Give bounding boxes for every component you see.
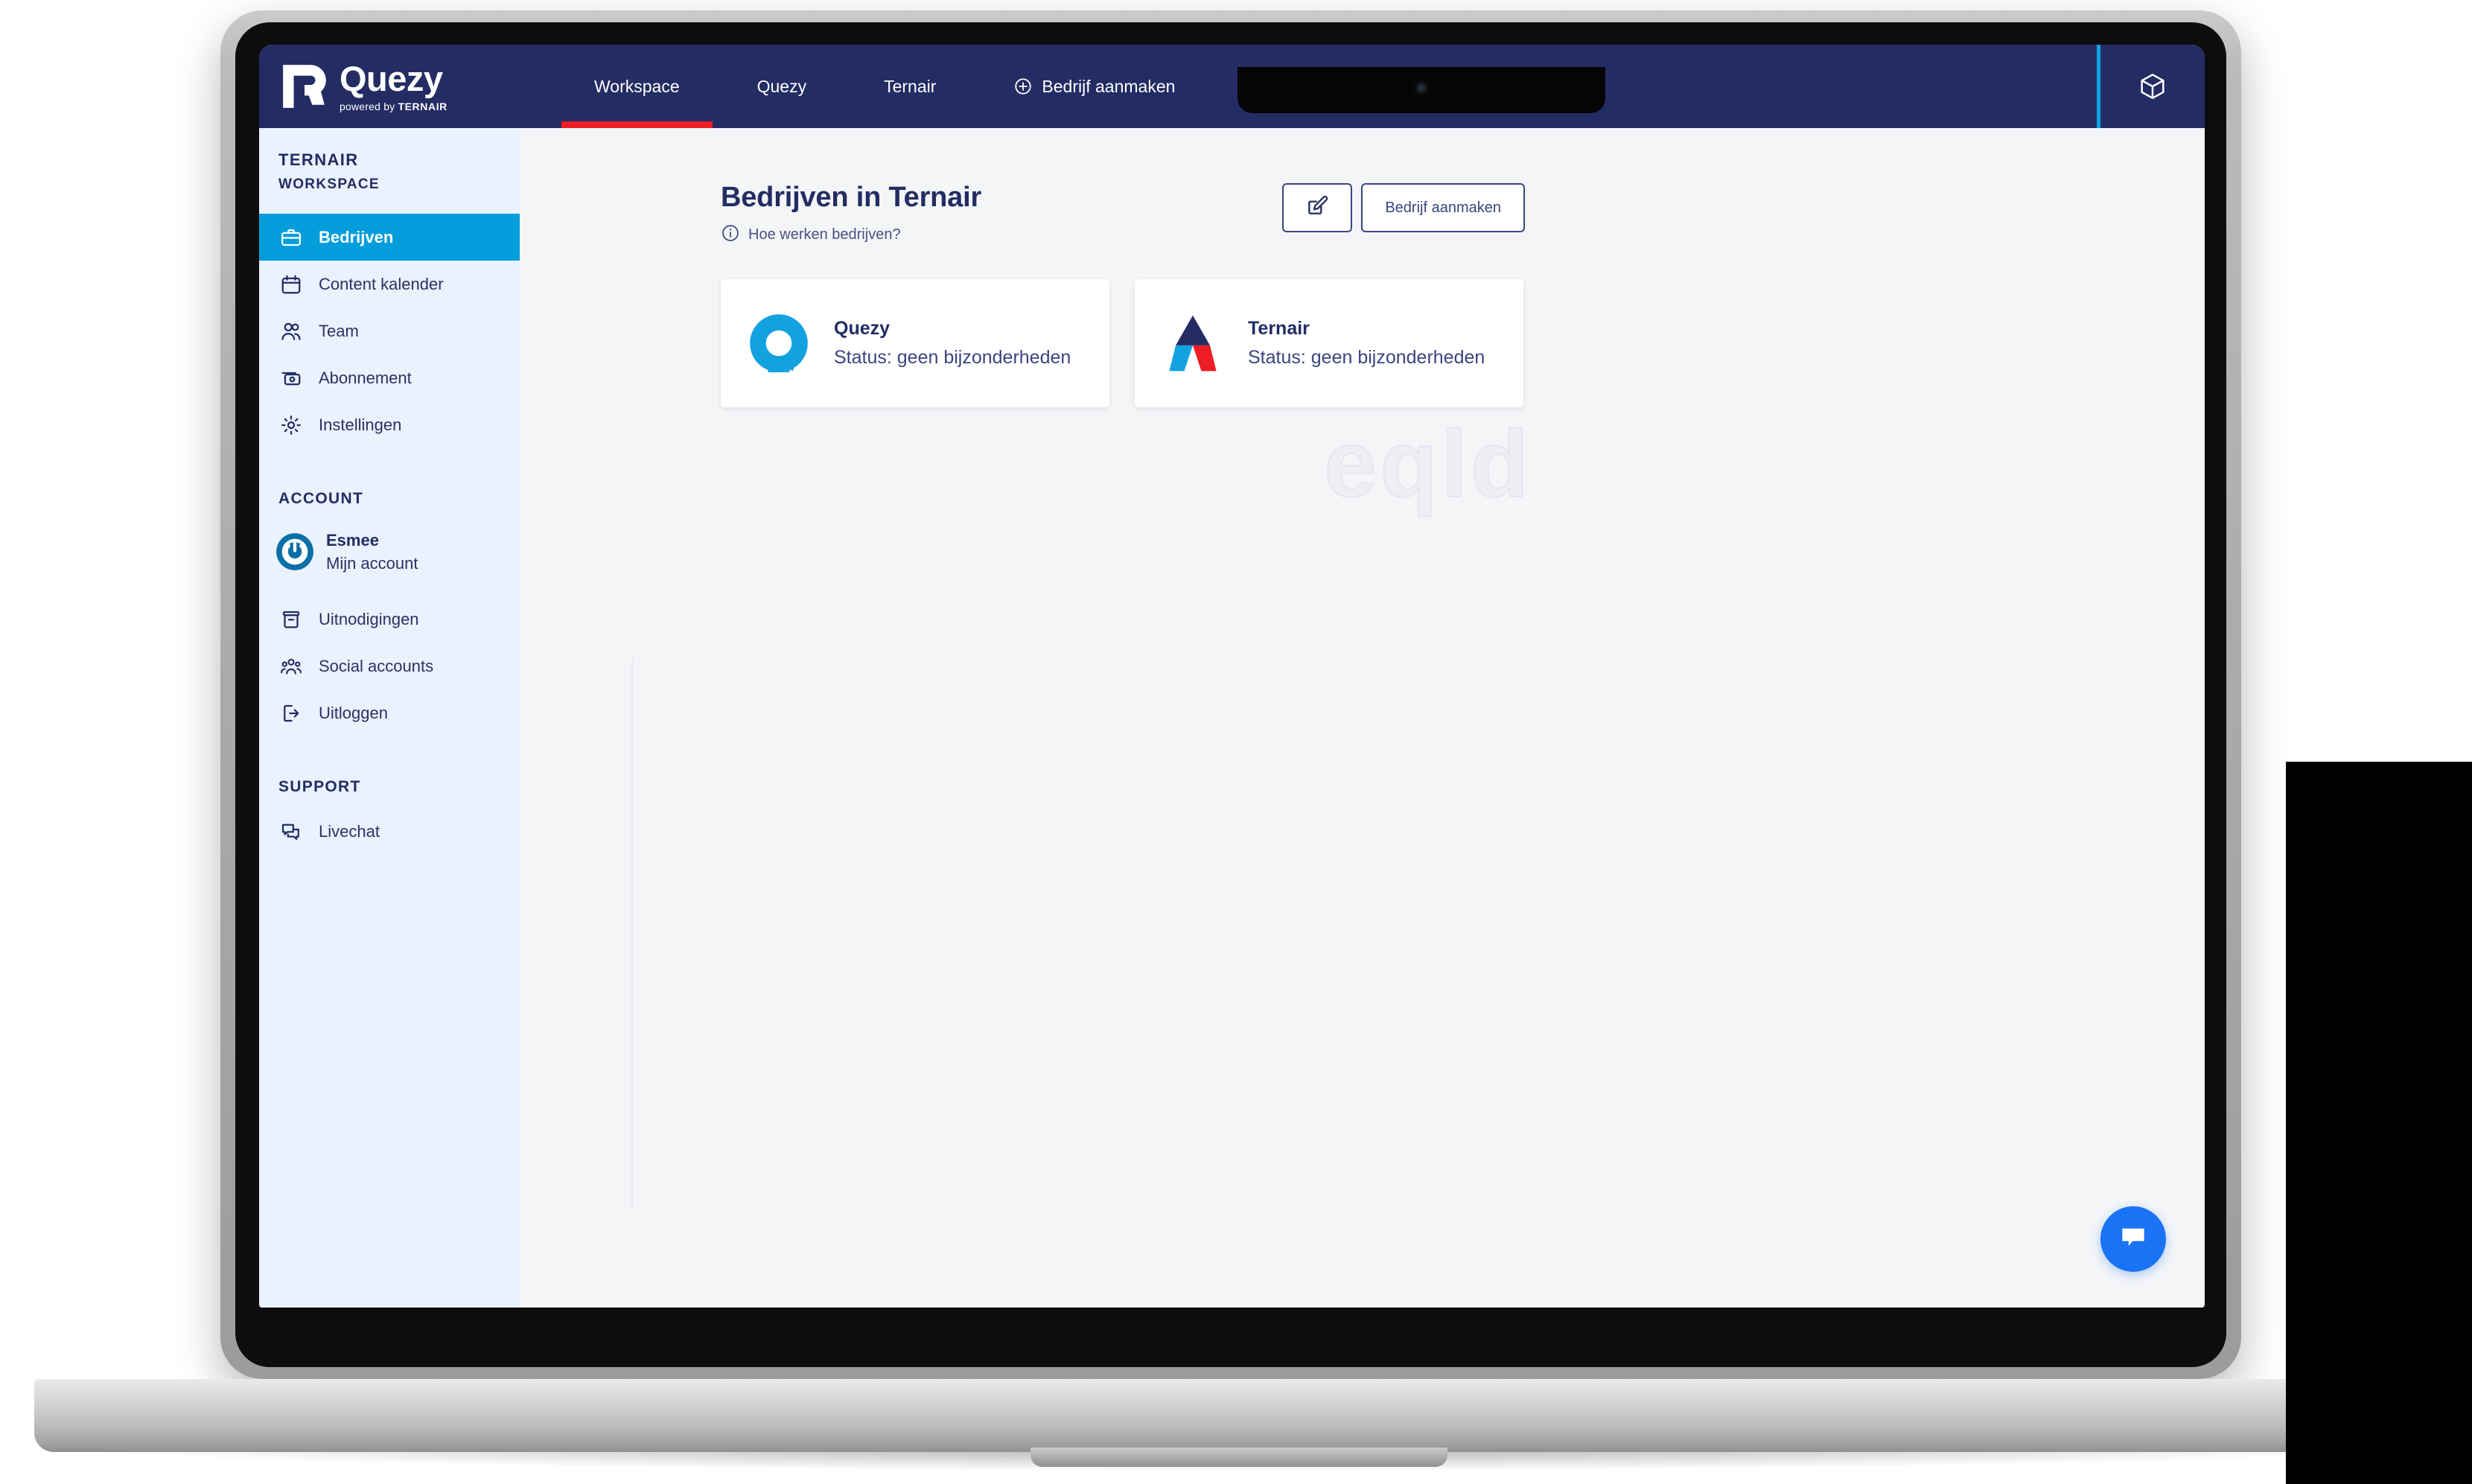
chat-bubbles-icon bbox=[278, 819, 304, 844]
sidebar-item-label: Bedrijven bbox=[319, 227, 394, 246]
briefcase-icon bbox=[278, 225, 304, 250]
sidebar-item-social-accounts[interactable]: Social accounts bbox=[259, 643, 520, 690]
sidebar-item-abonnement[interactable]: Abonnement bbox=[259, 354, 520, 401]
sidebar-item-label: Content kalender bbox=[319, 274, 444, 293]
help-link-label: Hoe werken bedrijven? bbox=[748, 226, 901, 243]
company-name: Ternair bbox=[1248, 318, 1310, 339]
brand-tagline: powered by TERNAIR bbox=[340, 101, 447, 112]
people-group-icon bbox=[278, 654, 304, 679]
sidebar-section-support: SUPPORT bbox=[278, 778, 361, 795]
sidebar-item-livechat[interactable]: Livechat bbox=[259, 808, 520, 855]
sidebar-item-uitnodigingen[interactable]: Uitnodigingen bbox=[259, 596, 520, 643]
quezy-logo-icon bbox=[743, 308, 815, 379]
sidebar-item-label: Instellingen bbox=[319, 415, 402, 434]
livechat-fab-button[interactable] bbox=[2100, 1206, 2166, 1272]
plus-circle-icon bbox=[1013, 77, 1033, 96]
nav-tab-label: Ternair bbox=[884, 76, 937, 96]
sidebar-item-bedrijven[interactable]: Bedrijven bbox=[259, 214, 520, 261]
header-actions: Bedrijf aanmaken bbox=[1282, 183, 1525, 232]
sidebar-item-instellingen[interactable]: Instellingen bbox=[259, 401, 520, 448]
users-icon bbox=[278, 319, 304, 344]
screen-viewport: Quezy powered by TERNAIR Workspace Quezy… bbox=[259, 45, 2205, 1308]
nav-tab-ternair[interactable]: Ternair bbox=[845, 45, 975, 128]
inbox-icon bbox=[278, 607, 304, 632]
sidebar-item-content-kalender[interactable]: Content kalender bbox=[259, 261, 520, 308]
sidebar-workspace-header: TERNAIR WORKSPACE bbox=[259, 128, 520, 202]
chat-bubble-icon bbox=[2117, 1221, 2150, 1258]
laptop-base bbox=[34, 1379, 2432, 1452]
workspace-name: TERNAIR bbox=[278, 150, 359, 169]
company-card-list: Quezy Status: geen bijzonderheden Ternai… bbox=[721, 279, 2205, 407]
divider-hairline bbox=[631, 659, 633, 1210]
edit-square-icon bbox=[1305, 194, 1329, 222]
background-watermark: eqld bbox=[1323, 410, 1532, 518]
power-avatar-icon bbox=[275, 532, 314, 571]
nav-tab-label: Bedrijf aanmaken bbox=[1042, 76, 1176, 96]
create-company-button[interactable]: Bedrijf aanmaken bbox=[1361, 183, 1525, 232]
navbar-right bbox=[2097, 45, 2205, 128]
nav-tab-workspace[interactable]: Workspace bbox=[555, 45, 719, 128]
logout-icon bbox=[278, 701, 304, 726]
brand-logo[interactable]: Quezy powered by TERNAIR bbox=[280, 61, 526, 112]
nav-tabs: Workspace Quezy Ternair Bedrijf aanmaken bbox=[555, 45, 1214, 128]
company-status: Status: geen bijzonderheden bbox=[834, 347, 1071, 368]
sidebar-item-label: Livechat bbox=[319, 821, 380, 841]
edit-button[interactable] bbox=[1282, 183, 1353, 232]
company-card-quezy[interactable]: Quezy Status: geen bijzonderheden bbox=[721, 279, 1109, 407]
sidebar-item-mijn-account[interactable]: Esmee Mijn account bbox=[259, 520, 520, 584]
black-overlay-block bbox=[2286, 762, 2472, 1484]
top-navbar: Quezy powered by TERNAIR Workspace Quezy… bbox=[259, 45, 2205, 128]
screenshot-stage: Quezy powered by TERNAIR Workspace Quezy… bbox=[0, 0, 2472, 1484]
sidebar-section-account: ACCOUNT bbox=[278, 490, 364, 507]
nav-tab-bedrijf-aanmaken[interactable]: Bedrijf aanmaken bbox=[975, 45, 1214, 128]
gear-icon bbox=[278, 413, 304, 438]
quezy-q-logo-icon bbox=[280, 62, 329, 111]
laptop-base-notch bbox=[1030, 1448, 1447, 1467]
sidebar: TERNAIR WORKSPACE Bedrijven Content kale… bbox=[259, 128, 520, 1308]
calendar-icon bbox=[278, 272, 304, 297]
nav-tab-label: Quezy bbox=[756, 76, 807, 96]
help-link[interactable]: Hoe werken bedrijven? bbox=[721, 223, 981, 246]
company-card-ternair[interactable]: Ternair Status: geen bijzonderheden bbox=[1135, 279, 1523, 407]
sidebar-item-label: Uitnodigingen bbox=[319, 609, 419, 628]
brand-name: Quezy bbox=[340, 59, 443, 98]
main-content: eqld Bedrijven in Ternair Hoe werken bed… bbox=[520, 128, 2205, 1308]
page-header-text: Bedrijven in Ternair Hoe werken bedrijve… bbox=[721, 182, 981, 246]
ternair-triangle-logo-icon bbox=[1157, 308, 1229, 379]
nav-tab-quezy[interactable]: Quezy bbox=[719, 45, 845, 128]
webcam-icon bbox=[1414, 80, 1429, 95]
sidebar-item-uitloggen[interactable]: Uitloggen bbox=[259, 690, 520, 736]
nav-tab-label: Workspace bbox=[594, 76, 680, 96]
sidebar-item-label: Uitloggen bbox=[319, 703, 388, 722]
sidebar-item-label: Team bbox=[319, 321, 359, 340]
company-status: Status: geen bijzonderheden bbox=[1248, 347, 1485, 368]
company-name: Quezy bbox=[834, 318, 891, 339]
sidebar-item-team[interactable]: Team bbox=[259, 308, 520, 354]
account-name: Esmee bbox=[326, 530, 379, 550]
sidebar-item-label: Abonnement bbox=[319, 368, 412, 387]
sidebar-item-label: Social accounts bbox=[319, 656, 434, 675]
page-title: Bedrijven in Ternair bbox=[721, 182, 982, 213]
create-company-label: Bedrijf aanmaken bbox=[1385, 199, 1501, 216]
workspace-label: WORKSPACE bbox=[278, 176, 380, 192]
account-subtitle: Mijn account bbox=[326, 553, 418, 573]
subscription-card-icon bbox=[278, 366, 304, 391]
page-header: Bedrijven in Ternair Hoe werken bedrijve… bbox=[721, 182, 1525, 246]
cube-icon[interactable] bbox=[2100, 45, 2205, 128]
info-circle-icon bbox=[721, 223, 740, 246]
